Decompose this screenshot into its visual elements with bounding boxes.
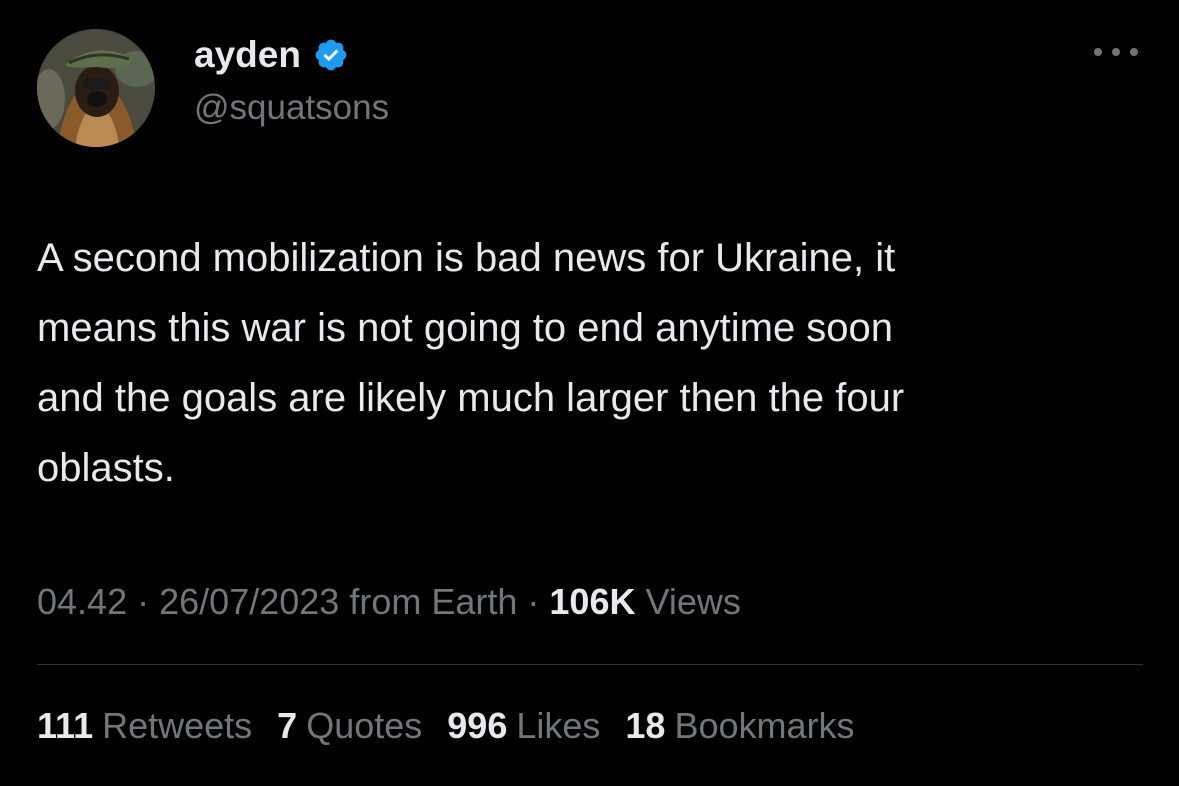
bookmarks-count: 18 bbox=[625, 705, 666, 746]
display-name-row: ayden bbox=[194, 32, 349, 78]
quotes-label: Quotes bbox=[306, 705, 423, 746]
meta-separator: · bbox=[137, 581, 150, 622]
tweet-text: A second mobilization is bad news for Uk… bbox=[37, 223, 1152, 503]
more-dot bbox=[1112, 48, 1120, 56]
divider bbox=[37, 664, 1143, 665]
tweet-detail: ayden @squatsons A second mobilization i… bbox=[0, 0, 1179, 786]
views-label: Views bbox=[645, 581, 741, 622]
tweet-text-line: oblasts. bbox=[37, 446, 175, 490]
display-name[interactable]: ayden bbox=[194, 32, 301, 78]
bookmarks-stat[interactable]: 18 Bookmarks bbox=[625, 703, 854, 749]
user-handle[interactable]: @squatsons bbox=[194, 86, 389, 130]
tweet-text-line: means this war is not going to end anyti… bbox=[37, 306, 894, 350]
more-dot bbox=[1130, 48, 1138, 56]
quotes-stat[interactable]: 7 Quotes bbox=[277, 703, 422, 749]
tweet-date[interactable]: 26/07/2023 bbox=[159, 581, 339, 622]
likes-label: Likes bbox=[516, 705, 601, 746]
views-count: 106K bbox=[549, 581, 636, 622]
tweet-source: from Earth bbox=[349, 581, 518, 622]
bookmarks-label: Bookmarks bbox=[674, 705, 855, 746]
retweets-label: Retweets bbox=[102, 705, 253, 746]
tweet-time[interactable]: 04.42 bbox=[37, 581, 127, 622]
engagement-stats: 111 Retweets 7 Quotes 996 Likes 18 Bookmarks bbox=[37, 703, 855, 749]
likes-stat[interactable]: 996 Likes bbox=[447, 703, 600, 749]
verified-badge-icon bbox=[315, 39, 347, 71]
avatar[interactable] bbox=[37, 29, 155, 147]
retweets-stat[interactable]: 111 Retweets bbox=[37, 703, 252, 749]
retweets-count: 111 bbox=[37, 705, 94, 746]
meta-separator: · bbox=[527, 581, 540, 622]
more-horizontal-icon[interactable] bbox=[1094, 40, 1138, 64]
tweet-text-line: A second mobilization is bad news for Uk… bbox=[37, 236, 896, 280]
tweet-text-line: and the goals are likely much larger the… bbox=[37, 376, 905, 420]
avatar-image bbox=[37, 29, 155, 147]
more-dot bbox=[1094, 48, 1102, 56]
tweet-meta: 04.42 · 26/07/2023 from Earth · 106K Vie… bbox=[37, 579, 741, 625]
likes-count: 996 bbox=[447, 705, 508, 746]
quotes-count: 7 bbox=[277, 705, 298, 746]
